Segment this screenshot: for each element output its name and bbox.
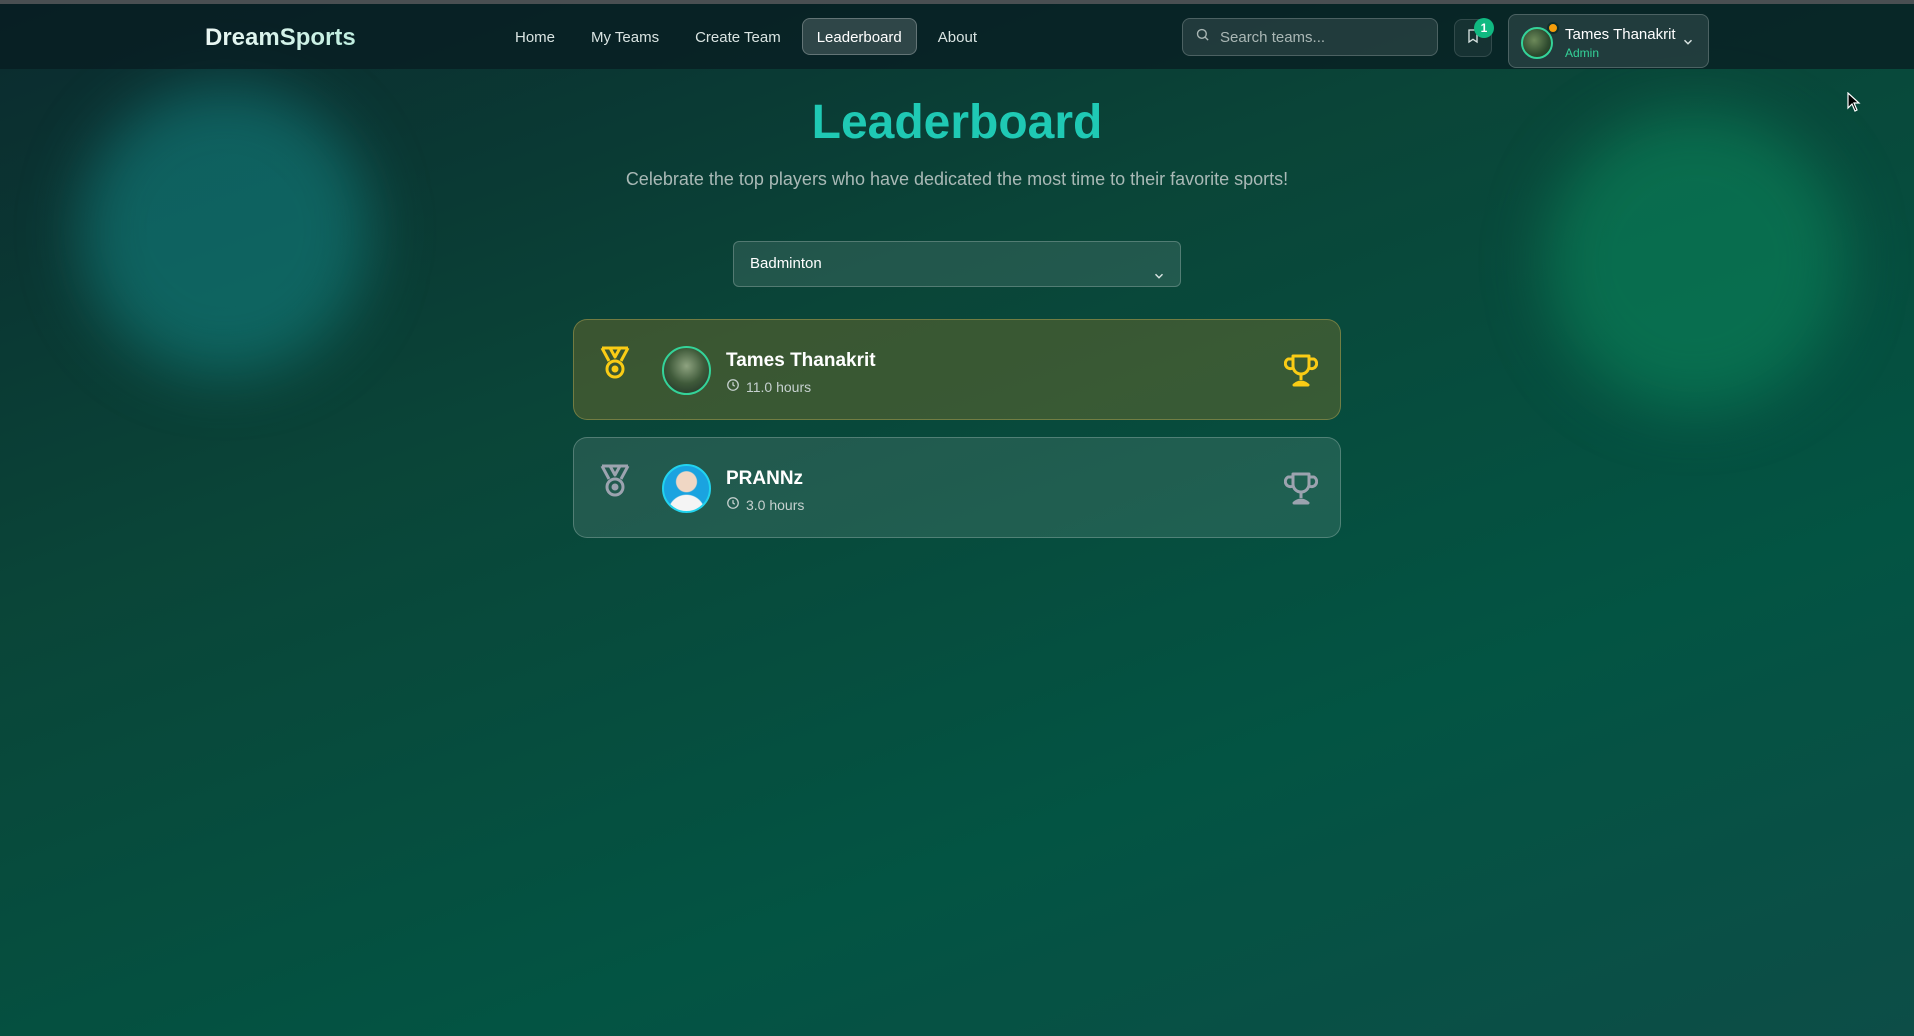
silver-medal-icon xyxy=(598,463,632,504)
search-box[interactable] xyxy=(1182,18,1438,56)
player-name: PRANNz xyxy=(726,468,804,489)
mouse-cursor-icon xyxy=(1847,91,1861,117)
leaderboard-row: Tames Thanakrit 11.0 hours xyxy=(573,319,1341,420)
background-glow-right xyxy=(1545,110,1845,410)
player-name: Tames Thanakrit xyxy=(726,350,876,371)
nav-link-home[interactable]: Home xyxy=(500,18,570,55)
nav-link-about[interactable]: About xyxy=(923,18,992,55)
search-icon xyxy=(1195,27,1210,47)
user-name: Tames Thanakrit xyxy=(1565,26,1676,43)
gold-medal-icon xyxy=(598,345,632,386)
notification-badge: 1 xyxy=(1474,18,1494,38)
player-hours-value: 3.0 hours xyxy=(746,496,805,513)
clock-icon xyxy=(726,378,740,395)
nav-link-create-team[interactable]: Create Team xyxy=(680,18,796,55)
page-subtitle: Celebrate the top players who have dedic… xyxy=(625,169,1289,189)
player-hours-value: 11.0 hours xyxy=(746,378,812,395)
nav-links: Home My Teams Create Team Leaderboard Ab… xyxy=(500,18,992,55)
chevron-down-icon xyxy=(1681,35,1695,54)
player-avatar xyxy=(662,464,711,513)
chevron-down-icon xyxy=(1152,257,1166,301)
sport-select[interactable]: Badminton xyxy=(733,241,1181,287)
sport-select-value: Badminton xyxy=(750,255,822,272)
leaderboard-row: PRANNz 3.0 hours xyxy=(573,437,1341,538)
player-avatar xyxy=(662,346,711,395)
clock-icon xyxy=(726,496,740,513)
nav-link-my-teams[interactable]: My Teams xyxy=(576,18,674,55)
player-hours: 11.0 hours xyxy=(726,378,811,395)
navbar: DreamSports Home My Teams Create Team Le… xyxy=(0,4,1914,69)
brand-logo[interactable]: DreamSports xyxy=(205,24,356,52)
trophy-icon xyxy=(1283,353,1319,394)
trophy-icon xyxy=(1283,471,1319,512)
user-role: Admin xyxy=(1565,46,1600,60)
nav-link-leaderboard[interactable]: Leaderboard xyxy=(801,18,917,55)
search-input[interactable] xyxy=(1220,28,1420,46)
player-hours: 3.0 hours xyxy=(726,496,804,513)
user-menu-button[interactable]: Tames Thanakrit Admin xyxy=(1508,14,1709,68)
page-title: Leaderboard xyxy=(811,96,1103,149)
status-indicator xyxy=(1547,22,1559,34)
